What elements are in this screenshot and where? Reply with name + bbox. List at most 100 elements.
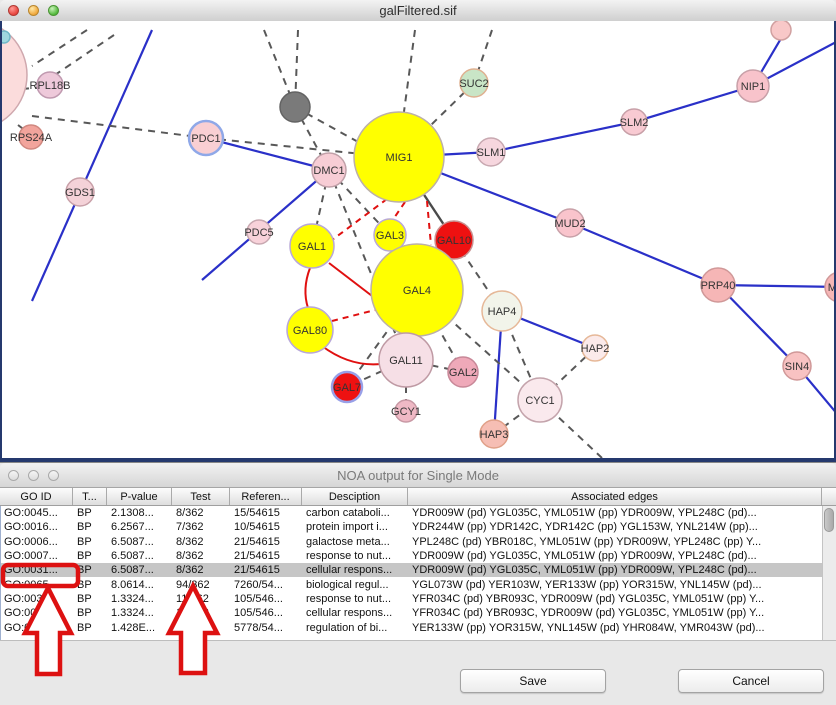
table-cell: YDR009W (pd) YGL035C, YML051W (pp) YDR00…: [409, 550, 823, 562]
table-cell: YFR034C (pd) YBR093C, YDR009W (pd) YGL03…: [409, 593, 823, 605]
node-label-PDC1: PDC1: [191, 133, 220, 145]
node-label-RPS24A: RPS24A: [10, 132, 53, 144]
network-edge: [32, 30, 152, 301]
close-button[interactable]: [8, 5, 19, 16]
table-row[interactable]: GO:0045...BP2.1308...8/36215/54615carbon…: [1, 506, 836, 520]
table-row[interactable]: GO:0016...BP6.2567...7/36210/54615protei…: [1, 520, 836, 534]
vertical-scrollbar[interactable]: [822, 506, 836, 640]
node-unlabeled[interactable]: [280, 92, 310, 122]
scrollbar-thumb[interactable]: [824, 508, 834, 532]
table-cell: GO:0031...: [1, 607, 74, 619]
traffic-lights-inactive: [8, 463, 59, 487]
table-cell: 21/54615: [231, 536, 303, 548]
node-unlabeled[interactable]: [771, 21, 791, 40]
table-cell: GO:0031...: [1, 564, 74, 576]
column-header-t[interactable]: T...: [73, 488, 107, 505]
save-button[interactable]: Save: [460, 669, 606, 693]
table-row[interactable]: GO:0031...BP1.3324...11/362105/546...cel…: [1, 606, 836, 620]
table-cell: 1.428E...: [108, 622, 173, 634]
minimize-button[interactable]: [28, 5, 39, 16]
node-label-SLM1: SLM1: [477, 147, 506, 159]
table-cell: 15/54615: [231, 507, 303, 519]
node-label-GCY1: GCY1: [391, 406, 421, 418]
table-cell: 6.5087...: [108, 564, 173, 576]
network-edge: [32, 116, 206, 138]
network-window: galFiltered.sif RPL18BRPS24AGDS1PDC1DMC1…: [0, 0, 836, 462]
noa-window-titlebar[interactable]: NOA output for Single Mode: [0, 463, 836, 488]
table-cell: 1.3324...: [108, 607, 173, 619]
cancel-button[interactable]: Cancel: [678, 669, 824, 693]
table-cell: BP: [74, 593, 108, 605]
traffic-lights: [8, 0, 59, 21]
minimize-button[interactable]: [28, 470, 39, 481]
table-row[interactable]: GO:0031...BP6.5087...8/36221/54615cellul…: [1, 563, 836, 577]
table-cell: 8/362: [173, 536, 231, 548]
node-label-MSN: MSN: [828, 282, 834, 294]
table-cell: 8/362: [173, 507, 231, 519]
table-row[interactable]: GO:0065...BP8.0614...94/3627260/54...bio…: [1, 577, 836, 591]
network-edge: [206, 138, 362, 154]
column-header-desciption[interactable]: Desciption: [302, 488, 408, 505]
table-cell: 7260/54...: [231, 579, 303, 591]
node-label-GAL1: GAL1: [298, 241, 326, 253]
node-label-PDC5: PDC5: [244, 227, 273, 239]
network-edge: [403, 30, 415, 119]
network-edge: [305, 268, 310, 308]
table-cell: 21/54615: [231, 564, 303, 576]
node-label-MIG1: MIG1: [386, 152, 413, 164]
table-cell: YER133W (pp) YOR315W, YNL145W (pd) YHR08…: [409, 622, 823, 634]
table-cell: BP: [74, 550, 108, 562]
table-cell: galactose meta...: [303, 536, 409, 548]
table-cell: GO:0045...: [1, 507, 74, 519]
node-label-HAP2: HAP2: [581, 343, 610, 355]
table-cell: 7/362: [173, 521, 231, 533]
column-header-associated-edges[interactable]: Associated edges: [408, 488, 822, 505]
table-cell: YFR034C (pd) YBR093C, YDR009W (pd) YGL03…: [409, 607, 823, 619]
column-header-go-id[interactable]: GO ID: [0, 488, 73, 505]
table-cell: 8/362: [173, 550, 231, 562]
table-row[interactable]: GO:0006...BP6.5087...8/36221/54615galact…: [1, 535, 836, 549]
node-label-DMC1: DMC1: [313, 165, 344, 177]
node-label-GAL10: GAL10: [437, 235, 471, 247]
network-edge: [392, 202, 405, 221]
table-cell: 21/54615: [231, 550, 303, 562]
table-cell: YPL248C (pd) YBR018C, YML051W (pp) YDR00…: [409, 536, 823, 548]
table-cell: 6.5087...: [108, 536, 173, 548]
node-label-PRP40: PRP40: [701, 280, 736, 292]
table-row[interactable]: GO:0050...BP1.428E...80/3625778/54...reg…: [1, 620, 836, 634]
table-cell: 10/54615: [231, 521, 303, 533]
zoom-button[interactable]: [48, 470, 59, 481]
table-cell: 80/362: [173, 622, 231, 634]
table-cell: BP: [74, 564, 108, 576]
node-label-SIN4: SIN4: [785, 361, 809, 373]
close-button[interactable]: [8, 470, 19, 481]
table-row[interactable]: GO:0007...BP6.5087...8/36221/54615respon…: [1, 549, 836, 563]
table-cell: biological regul...: [303, 579, 409, 591]
table-cell: BP: [74, 521, 108, 533]
network-edge: [322, 346, 381, 364]
header-scrollbar-corner: [822, 488, 836, 505]
node-label-HAP3: HAP3: [480, 429, 509, 441]
network-window-titlebar[interactable]: galFiltered.sif: [0, 0, 836, 22]
column-header-p-value[interactable]: P-value: [107, 488, 172, 505]
table-cell: GO:0016...: [1, 521, 74, 533]
table-cell: 8.0614...: [108, 579, 173, 591]
node-label-HAP4: HAP4: [488, 306, 517, 318]
network-edge: [32, 30, 87, 66]
table-cell: 105/546...: [231, 607, 303, 619]
table-cell: 6.2567...: [108, 521, 173, 533]
column-header-test[interactable]: Test: [172, 488, 230, 505]
node-label-SLM2: SLM2: [620, 117, 649, 129]
table-row[interactable]: GO:0031...BP1.3324...11/362105/546...res…: [1, 592, 836, 606]
network-graph: RPL18BRPS24AGDS1PDC1DMC1MIG1SUC2SLM1SLM2…: [2, 21, 834, 458]
table-cell: 105/546...: [231, 593, 303, 605]
zoom-button[interactable]: [48, 5, 59, 16]
table-cell: BP: [74, 607, 108, 619]
table-cell: GO:0065...: [1, 579, 74, 591]
dialog-footer: Save Cancel: [0, 640, 836, 705]
network-canvas[interactable]: RPL18BRPS24AGDS1PDC1DMC1MIG1SUC2SLM1SLM2…: [0, 21, 836, 462]
noa-output-window: NOA output for Single Mode GO IDT...P-va…: [0, 462, 836, 705]
column-header-referen[interactable]: Referen...: [230, 488, 302, 505]
table-cell: YGL073W (pd) YER103W, YER133W (pp) YOR31…: [409, 579, 823, 591]
node-unlabeled[interactable]: [2, 31, 10, 43]
